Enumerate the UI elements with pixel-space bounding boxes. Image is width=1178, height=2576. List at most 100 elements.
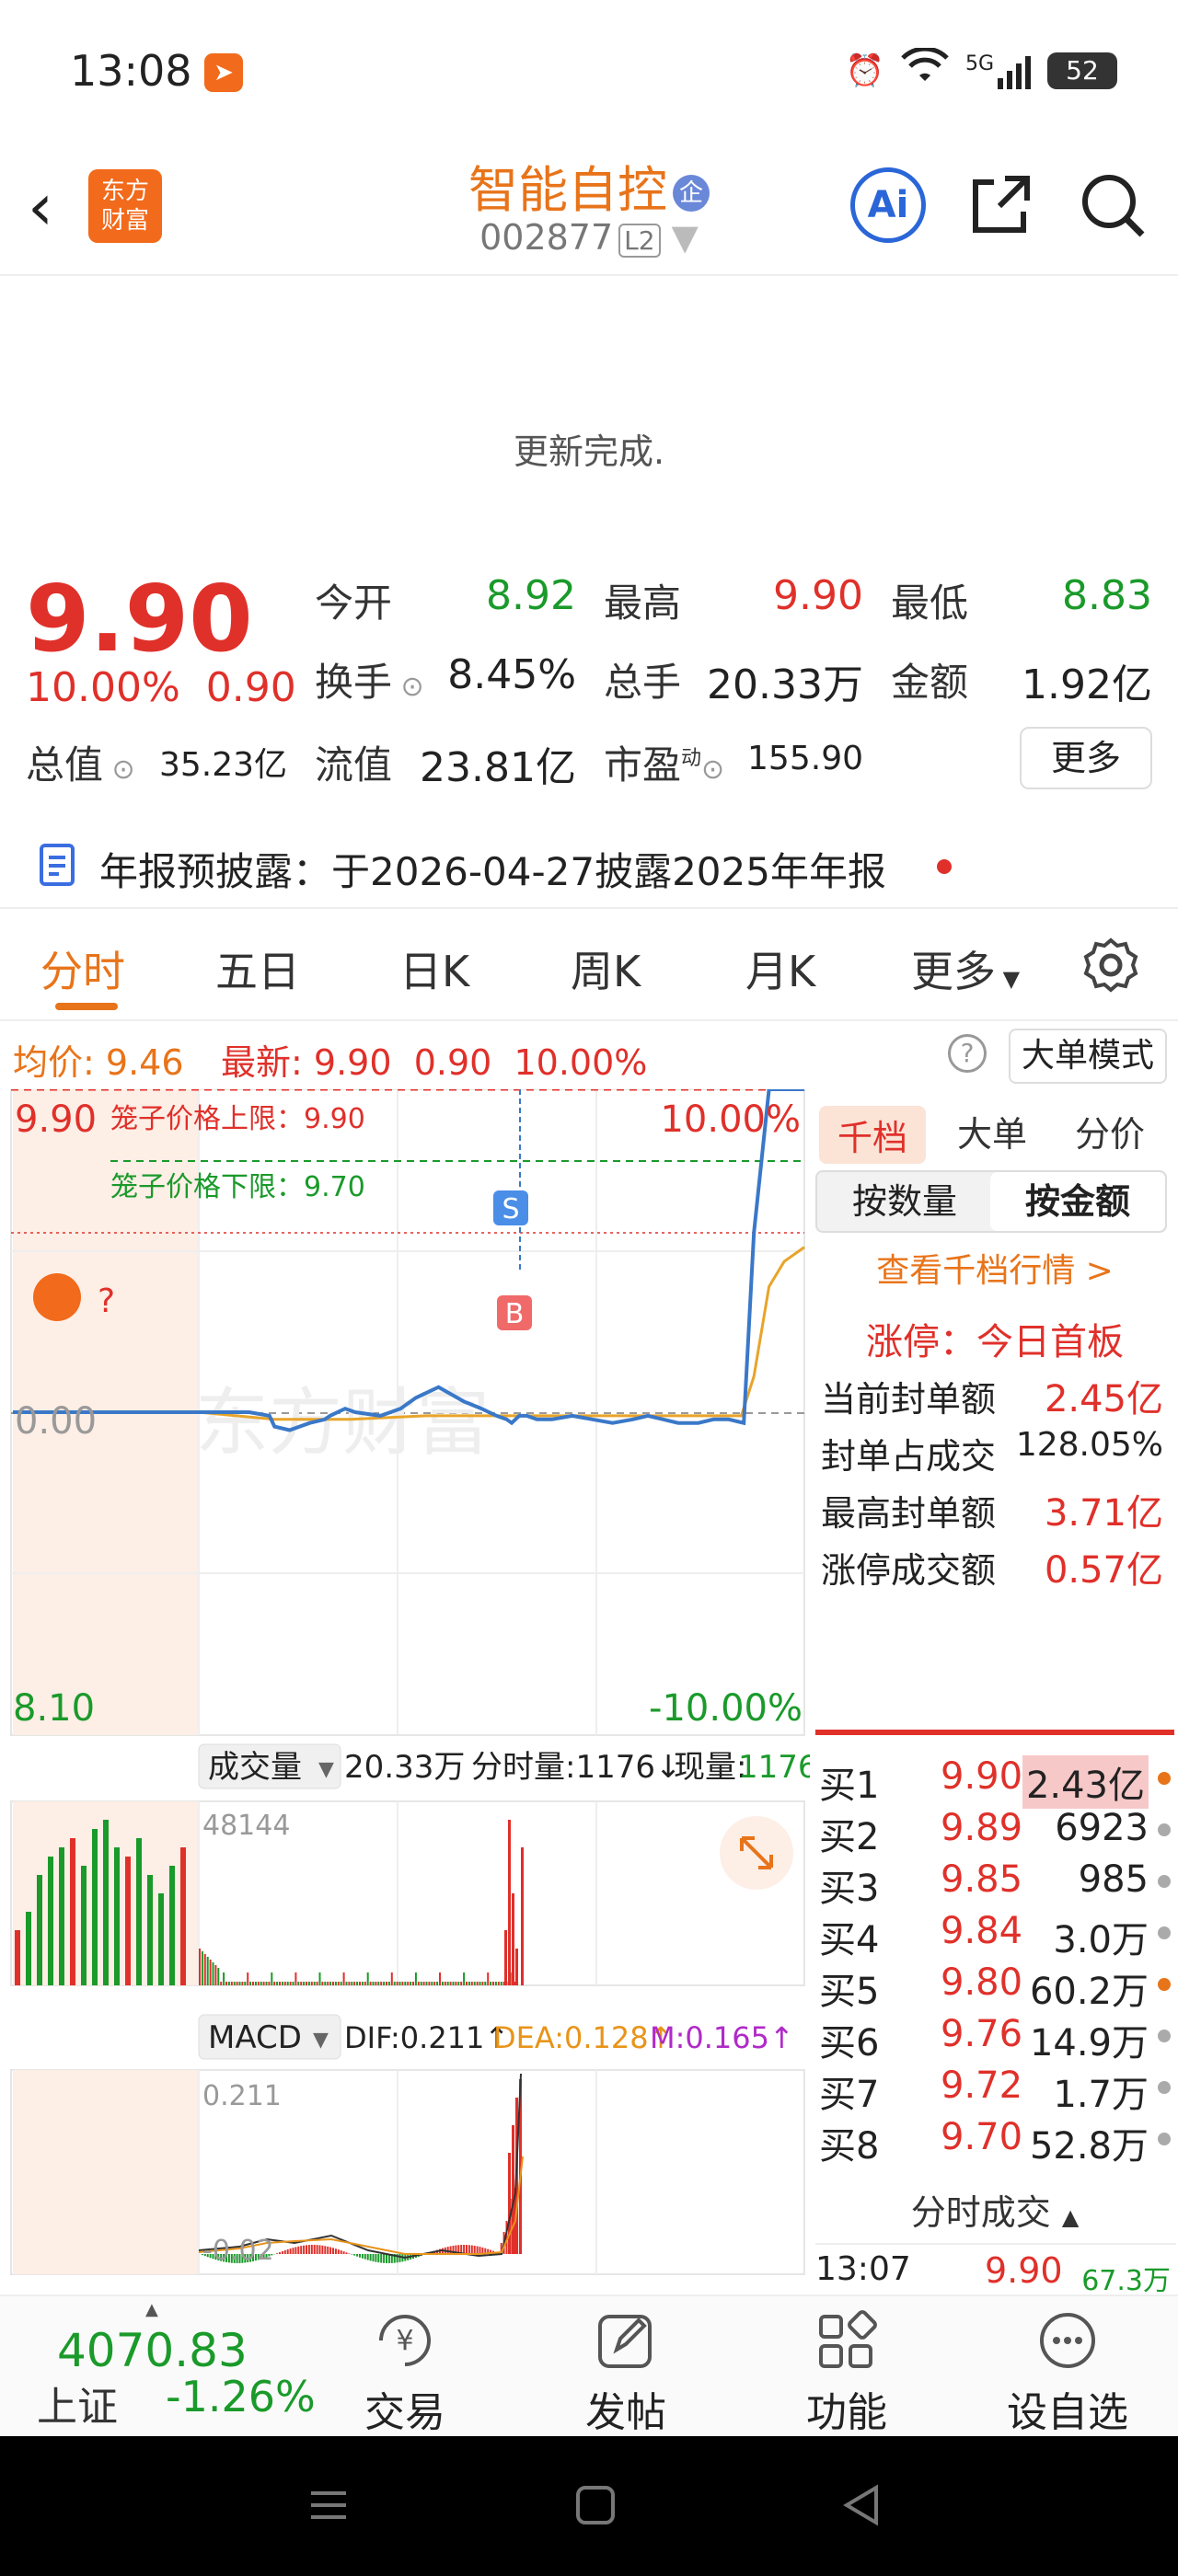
- bid-label: 买2: [819, 1816, 880, 1858]
- volume-bar: [515, 1949, 518, 1985]
- depth-link[interactable]: 查看千档行情 >: [812, 1244, 1178, 1292]
- tab-daily-k[interactable]: 日K: [399, 938, 469, 999]
- document-icon: [39, 843, 75, 891]
- svg-text:¥: ¥: [396, 2325, 413, 2357]
- tab-price-dist[interactable]: 分价: [1075, 1106, 1145, 1156]
- total-value: 35.23亿: [158, 746, 287, 784]
- bid-row[interactable]: 买7 9.72 1.7万: [815, 2061, 1176, 2116]
- volume-bar: [420, 1982, 422, 1985]
- volume-bar: [37, 1875, 42, 1985]
- macd-bar: [321, 2245, 324, 2254]
- volume-bar: [468, 1982, 470, 1985]
- system-nav-bar: [0, 2436, 1178, 2576]
- volume-value: 20.33万: [707, 661, 863, 708]
- tab-five-day[interactable]: 五日: [215, 938, 300, 999]
- functions-button[interactable]: 功能: [764, 2309, 930, 2438]
- tab-monthly-k[interactable]: 月K: [745, 938, 815, 999]
- intraday-info-line: 均价: 9.46 最新: 9.90 0.90 10.00% ? 大单模式: [0, 1023, 1178, 1089]
- volume-bar: [425, 1982, 428, 1985]
- tab-depth[interactable]: 千档: [819, 1106, 927, 1164]
- info-icon[interactable]: ⊙: [392, 671, 424, 703]
- trade-time: 13:07: [815, 2250, 911, 2288]
- menu-icon[interactable]: [307, 2484, 350, 2530]
- volume-bar: [147, 1875, 153, 1985]
- add-watchlist-button[interactable]: 设自选: [985, 2309, 1150, 2438]
- macd-label: MACD: [208, 2019, 302, 2056]
- amount-label: 金额: [891, 660, 969, 705]
- intraday-chart[interactable]: 东方财富 9.90 笼子价格上限：9.90 笼子价格下限：9.70 10.00%…: [0, 1087, 818, 2294]
- share-icon[interactable]: [963, 167, 1038, 243]
- macd-bar: [359, 2254, 361, 2258]
- macd-dea: DEA:0.128↑: [493, 2020, 673, 2055]
- post-button[interactable]: 发帖: [543, 2309, 709, 2438]
- tab-intraday[interactable]: 分时: [40, 938, 125, 999]
- chart-canvas[interactable]: 东方财富 9.90 笼子价格上限：9.90 笼子价格下限：9.70 10.00%…: [0, 1087, 818, 2294]
- help-icon[interactable]: ?: [948, 1034, 987, 1073]
- pe-label-text: 市盈: [604, 742, 682, 788]
- tab-big-orders[interactable]: 大单: [957, 1106, 1027, 1156]
- volume-bar: [401, 1982, 404, 1985]
- low-label: 最低: [891, 581, 969, 626]
- bottom-price-label: 8.10: [13, 1687, 95, 1730]
- latest-price: 最新: 9.90 0.90 10.00%: [221, 1034, 647, 1085]
- macd-bar: [364, 2254, 366, 2260]
- by-amount-option[interactable]: 按金额: [990, 1172, 1165, 1231]
- bid-row[interactable]: 买4 9.84 3.0万: [815, 1906, 1176, 1961]
- turnover-label: 换手 ⊙: [315, 651, 424, 707]
- volume-bar: [230, 1982, 233, 1985]
- volume-bar: [386, 1982, 387, 1985]
- level2-badge: L2: [618, 224, 661, 258]
- macd-bar: [318, 2245, 321, 2254]
- volume-bar: [281, 1982, 283, 1985]
- bid-row[interactable]: 买6 9.76 14.9万: [815, 2009, 1176, 2064]
- bid-volume: 2.43亿: [1022, 1755, 1149, 1809]
- home-icon[interactable]: [574, 2484, 617, 2530]
- volume-bar: [396, 1982, 398, 1985]
- more-button[interactable]: 更多: [1020, 727, 1152, 789]
- index-pct: -1.26%: [166, 2372, 316, 2421]
- big-order-mode-button[interactable]: 大单模式: [1008, 1029, 1167, 1084]
- bid-price: 9.72: [941, 2064, 1023, 2107]
- trades-header[interactable]: 分时成交 ▲: [812, 2184, 1178, 2235]
- volume-bar: [431, 1982, 433, 1985]
- search-icon[interactable]: [1075, 167, 1150, 243]
- float-value: 23.81亿: [420, 744, 576, 791]
- bid-label: 买8: [819, 2125, 880, 2168]
- volume-bar: [433, 1982, 436, 1985]
- volume-now: 1176: [738, 1749, 810, 1786]
- change-amount: 0.90: [205, 664, 296, 711]
- bid-row[interactable]: 买8 9.70 52.8万: [815, 2112, 1176, 2168]
- high-label: 最高: [604, 581, 682, 626]
- volume-bar: [508, 1820, 511, 1985]
- settings-icon[interactable]: [1082, 937, 1139, 997]
- pe-label: 市盈动⊙: [604, 734, 724, 790]
- macd-bar: [386, 2254, 387, 2263]
- back-nav-icon[interactable]: [839, 2482, 882, 2532]
- trade-volume: 67.3万: [1081, 2265, 1171, 2297]
- ai-button[interactable]: Ai: [850, 167, 926, 243]
- bid-row[interactable]: 买1 9.90 2.43亿: [815, 1752, 1176, 1809]
- volume-bar: [286, 1982, 289, 1985]
- order-book-panel: 千档 大单 分价 按数量 按金额 查看千档行情 > 涨停：今日首板 当前封单额 …: [812, 1089, 1178, 2297]
- volume-bar: [351, 1982, 353, 1985]
- macd-bar: [276, 2253, 279, 2254]
- tab-more[interactable]: 更多 ▼: [911, 938, 1020, 999]
- bid-row[interactable]: 买2 9.89 6923: [815, 1803, 1176, 1858]
- info-icon[interactable]: ⊙: [701, 753, 724, 786]
- volume-bar: [361, 1982, 364, 1985]
- tab-weekly-k[interactable]: 周K: [571, 938, 641, 999]
- volume-bar: [313, 1982, 316, 1985]
- volume-bar: [238, 1982, 241, 1985]
- notice-bar[interactable]: 年报预披露：于2026-04-27披露2025年年报: [0, 819, 1178, 909]
- trade-button[interactable]: ¥ 交易: [322, 2309, 488, 2438]
- by-quantity-option[interactable]: 按数量: [817, 1172, 992, 1231]
- info-icon[interactable]: ⊙: [103, 753, 135, 786]
- bid-row[interactable]: 买3 9.85 985: [815, 1855, 1176, 1910]
- volume-bar: [273, 1982, 276, 1985]
- volume-bar: [476, 1982, 479, 1985]
- macd-bar: [289, 2248, 292, 2254]
- bid-row[interactable]: 买5 9.80 60.2万: [815, 1958, 1176, 2013]
- mascot-icon: [33, 1273, 81, 1321]
- add-watchlist-label: 设自选: [1007, 2389, 1128, 2436]
- bid-dot: [1158, 2081, 1171, 2094]
